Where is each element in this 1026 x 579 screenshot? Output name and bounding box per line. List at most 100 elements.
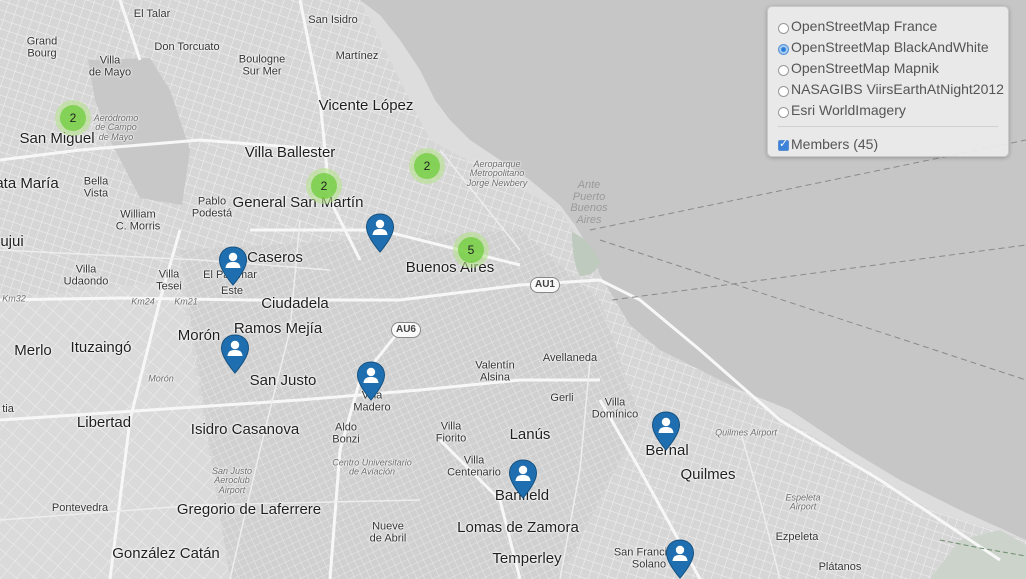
place-label: Villa Domínico bbox=[591, 396, 639, 420]
place-label: Villa Udaondo bbox=[63, 263, 109, 287]
place-label: Km32 bbox=[2, 293, 26, 304]
member-marker[interactable] bbox=[651, 411, 681, 451]
member-marker[interactable] bbox=[508, 459, 538, 499]
place-label: Nueve de Abril bbox=[369, 520, 407, 544]
marker-cluster[interactable]: 2 bbox=[409, 148, 445, 184]
road-shield-au6: AU6 bbox=[390, 322, 422, 338]
place-label: Merlo bbox=[14, 342, 52, 360]
place-label: San Justo Aeroclub Airport bbox=[211, 465, 253, 495]
place-label: ujui bbox=[0, 233, 24, 251]
overlay-option-label: Members (45) bbox=[791, 135, 879, 152]
place-label: El Talar bbox=[133, 8, 171, 21]
radio-icon[interactable] bbox=[778, 86, 789, 97]
marker-cluster[interactable]: 2 bbox=[55, 100, 91, 136]
place-label: Boulogne Sur Mer bbox=[238, 53, 286, 77]
cluster-count: 2 bbox=[60, 105, 86, 131]
place-label: González Catán bbox=[112, 545, 220, 563]
place-label: tia bbox=[2, 403, 14, 416]
marker-cluster[interactable]: 5 bbox=[453, 232, 489, 268]
place-label: Villa de Mayo bbox=[88, 54, 132, 78]
member-marker[interactable] bbox=[356, 361, 386, 401]
layers-control: OpenStreetMap France OpenStreetMap Black… bbox=[767, 6, 1009, 157]
place-label: Gregorio de Laferrere bbox=[176, 501, 322, 519]
place-label: Centro Universitario de Aviación bbox=[332, 457, 412, 477]
radio-icon[interactable] bbox=[778, 65, 789, 76]
place-label: General San Martín bbox=[232, 194, 364, 212]
user-pin-icon bbox=[651, 411, 681, 451]
cluster-count: 2 bbox=[414, 153, 440, 179]
user-pin-icon bbox=[220, 334, 250, 374]
place-label: San Justo bbox=[249, 372, 317, 390]
layer-option-label: OpenStreetMap BlackAndWhite bbox=[791, 38, 989, 55]
place-label: Morón bbox=[148, 373, 174, 384]
radio-selected-icon[interactable] bbox=[778, 44, 789, 55]
place-label: Ante Puerto Buenos Aires bbox=[570, 178, 608, 226]
layer-option-esri-imagery[interactable]: Esri WorldImagery bbox=[778, 99, 1008, 120]
checkbox-checked-icon[interactable] bbox=[778, 137, 789, 151]
place-label: Villa Ballester bbox=[244, 144, 336, 162]
place-label: Martínez bbox=[335, 50, 379, 63]
place-label: Lomas de Zamora bbox=[457, 519, 579, 537]
user-pin-icon bbox=[356, 361, 386, 401]
place-label: Pablo Podestá bbox=[191, 195, 233, 219]
place-label: Caseros bbox=[247, 249, 303, 267]
place-label: Bella Vista bbox=[83, 175, 109, 199]
place-label: Ezpeleta bbox=[775, 531, 819, 544]
place-label: Temperley bbox=[492, 550, 562, 568]
place-label: San Isidro bbox=[308, 14, 358, 27]
place-label: Villa Tesei bbox=[156, 268, 182, 292]
map-viewport[interactable]: El Talar San Isidro Grand Bourg Don Torcuat… bbox=[0, 0, 1026, 579]
place-label: Morón bbox=[177, 327, 221, 345]
place-label: Espeleta Airport bbox=[785, 492, 821, 512]
radio-icon[interactable] bbox=[778, 107, 789, 118]
layers-separator bbox=[778, 126, 998, 127]
layer-option-osm-france[interactable]: OpenStreetMap France bbox=[778, 15, 1008, 36]
place-label: Km24 bbox=[131, 296, 155, 307]
place-label: Aeroparque Metropolitano Jorge Newbery bbox=[466, 158, 528, 188]
member-marker[interactable] bbox=[365, 213, 395, 253]
place-label: Km21 bbox=[174, 296, 198, 307]
place-label: Este bbox=[220, 285, 244, 298]
place-label: Villa Fiorito bbox=[435, 420, 467, 444]
place-label: Avellaneda bbox=[542, 352, 598, 365]
layer-option-osm-blackandwhite[interactable]: OpenStreetMap BlackAndWhite bbox=[778, 36, 1008, 57]
place-label: Vicente López bbox=[318, 97, 414, 115]
place-label: San Miguel bbox=[19, 130, 95, 148]
place-label: Pontevedra bbox=[51, 502, 109, 515]
member-marker[interactable] bbox=[220, 334, 250, 374]
layer-option-nasagibs[interactable]: NASAGIBS ViirsEarthAtNight2012 bbox=[778, 78, 1008, 99]
layer-option-label: Esri WorldImagery bbox=[791, 101, 906, 118]
place-label: Quilmes bbox=[680, 466, 736, 484]
place-label: Villa Centenario bbox=[447, 454, 501, 478]
radio-icon[interactable] bbox=[778, 23, 789, 34]
place-label: Don Torcuato bbox=[154, 41, 220, 54]
marker-cluster[interactable]: 2 bbox=[306, 168, 342, 204]
layer-option-label: OpenStreetMap France bbox=[791, 17, 938, 34]
layer-option-osm-mapnik[interactable]: OpenStreetMap Mapnik bbox=[778, 57, 1008, 78]
member-marker[interactable] bbox=[665, 539, 695, 579]
road-shield-au1: AU1 bbox=[529, 277, 561, 293]
place-label: William C. Morris bbox=[115, 208, 161, 232]
place-label: Libertad bbox=[76, 414, 132, 432]
place-label: Aeródromo de Campo de Mayo bbox=[93, 112, 139, 142]
place-label: Lanús bbox=[509, 426, 551, 444]
place-label: Valentín Alsina bbox=[475, 359, 515, 383]
place-label: Ituzaingó bbox=[70, 339, 132, 357]
place-label: Ciudadela bbox=[261, 295, 329, 313]
place-label: Plátanos bbox=[818, 561, 862, 574]
user-pin-icon bbox=[365, 213, 395, 253]
cluster-count: 2 bbox=[311, 173, 337, 199]
overlay-option-members[interactable]: Members (45) bbox=[778, 133, 1008, 154]
layer-option-label: NASAGIBS ViirsEarthAtNight2012 bbox=[791, 80, 1004, 97]
place-label: Gerli bbox=[550, 392, 574, 405]
cluster-count: 5 bbox=[458, 237, 484, 263]
place-label: ata María bbox=[0, 175, 59, 193]
user-pin-icon bbox=[218, 246, 248, 286]
place-label: Grand Bourg bbox=[26, 35, 58, 59]
place-label: Quilmes Airport bbox=[715, 427, 777, 438]
member-marker[interactable] bbox=[218, 246, 248, 286]
place-label: Aldo Bonzi bbox=[332, 421, 360, 445]
place-label: Isidro Casanova bbox=[190, 421, 300, 439]
layer-option-label: OpenStreetMap Mapnik bbox=[791, 59, 939, 76]
user-pin-icon bbox=[508, 459, 538, 499]
